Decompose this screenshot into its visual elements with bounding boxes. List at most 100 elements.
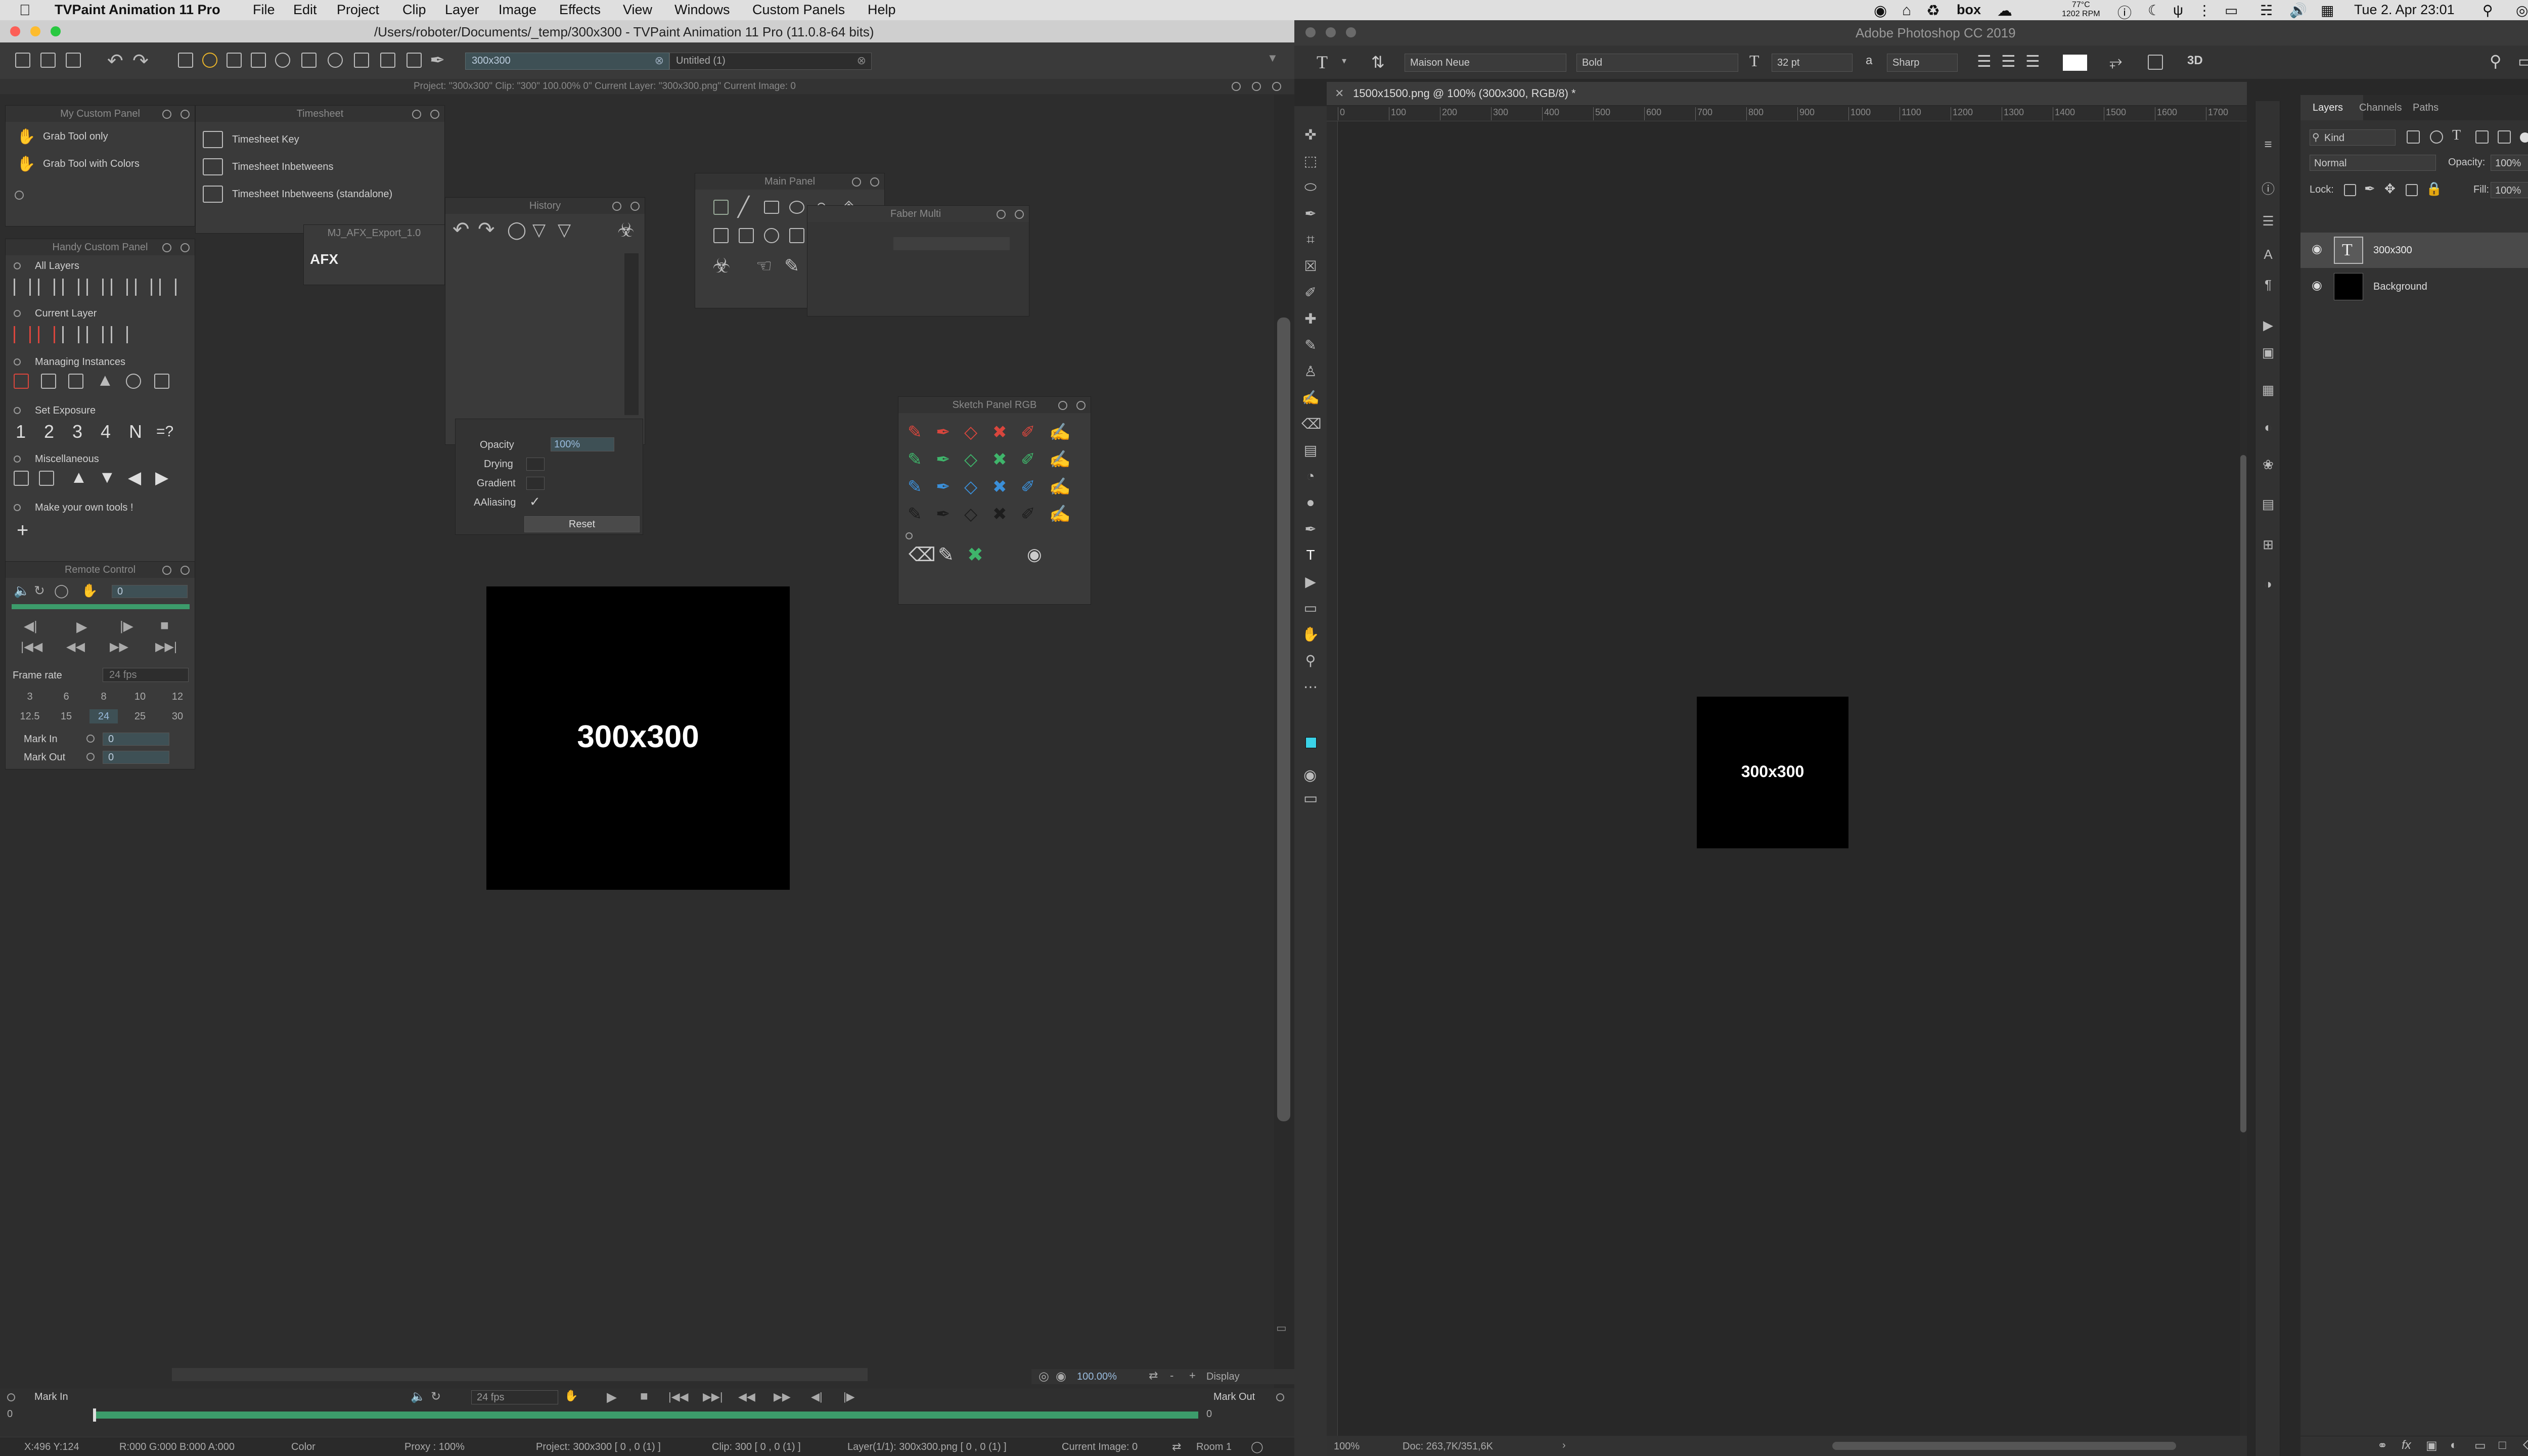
line-tool-icon[interactable]: ╱ bbox=[738, 196, 749, 218]
timeline-stop-icon[interactable]: ■ bbox=[640, 1388, 648, 1404]
afx-logo[interactable]: AFX bbox=[310, 251, 338, 267]
framerate-preset-15[interactable]: 15 bbox=[52, 709, 80, 723]
current-layer-tool-4-icon[interactable] bbox=[86, 326, 104, 343]
faber-menu-button[interactable] bbox=[997, 210, 1006, 219]
dock-styles-icon[interactable]: ▤ bbox=[2261, 496, 2276, 512]
link-layers-icon[interactable]: ⚭ bbox=[2377, 1438, 2387, 1453]
ps-character-panel-icon[interactable] bbox=[2148, 55, 2163, 70]
tvp-horizontal-scroll-thumb[interactable] bbox=[172, 1368, 868, 1381]
dock-actions-icon[interactable]: ▶ bbox=[2261, 317, 2276, 333]
remote-mark-in-field[interactable]: 0 bbox=[103, 733, 169, 746]
dock-brushes-icon[interactable]: ❀ bbox=[2261, 457, 2276, 473]
framerate-preset-10[interactable]: 10 bbox=[128, 691, 152, 703]
misc-right-icon[interactable]: ▶ bbox=[155, 468, 168, 488]
dodge-tool-icon[interactable]: ● bbox=[1301, 494, 1320, 511]
status-room[interactable]: Room 1 bbox=[1196, 1441, 1232, 1453]
sketch-add-button[interactable] bbox=[906, 532, 913, 539]
home-status-icon[interactable]: ⌂ bbox=[1902, 2, 1911, 19]
sketch-clear-icon[interactable]: ✖ bbox=[967, 543, 983, 566]
filter-type-icon[interactable]: T bbox=[2452, 127, 2461, 144]
dock-paragraph-icon[interactable]: ¶ bbox=[2261, 277, 2276, 293]
current-layer-tool-1-icon[interactable] bbox=[14, 326, 31, 343]
pencil-tool-icon[interactable]: ✎ bbox=[784, 255, 799, 277]
remote-stop-icon[interactable]: ■ bbox=[160, 617, 169, 633]
tvp-side-toggle-icon[interactable]: ▭ bbox=[1276, 1322, 1287, 1335]
timeline-loop-icon[interactable]: ↻ bbox=[431, 1389, 441, 1404]
menu-clip[interactable]: Clip bbox=[402, 2, 426, 18]
marquee-tool-icon[interactable]: ⬚ bbox=[1301, 153, 1320, 169]
blur-tool-icon[interactable]: ◔ bbox=[1301, 468, 1320, 484]
histogram-icon[interactable] bbox=[380, 53, 395, 68]
toolbar-collapse-icon[interactable]: ▼ bbox=[1267, 52, 1278, 65]
more-tool-icon[interactable]: ⋯ bbox=[1301, 678, 1320, 695]
timeline-first-icon[interactable]: |◀◀ bbox=[668, 1390, 689, 1403]
tvp-minimize-button[interactable] bbox=[30, 26, 40, 36]
exposure-4-button[interactable]: 4 bbox=[101, 421, 111, 442]
tvp-vertical-scroll-thumb[interactable] bbox=[1277, 317, 1290, 1121]
delete-layer-icon[interactable]: ⌫ bbox=[2523, 1438, 2528, 1453]
dock-adjust-icon[interactable]: ≡ bbox=[2261, 136, 2276, 152]
tvp-vertical-scroll-track[interactable] bbox=[1274, 95, 1294, 1389]
ps-zoom-button[interactable] bbox=[1346, 27, 1356, 37]
tool-reset-button[interactable]: Reset bbox=[524, 516, 640, 532]
clip-select[interactable]: Untitled (1) ⊗ bbox=[669, 53, 872, 70]
all-layers-tool-3-icon[interactable] bbox=[62, 279, 79, 296]
faber-close-button[interactable] bbox=[1015, 210, 1024, 219]
framerate-preset-8[interactable]: 8 bbox=[92, 691, 116, 703]
sketch-ink-row4-icon[interactable]: ✐ bbox=[1021, 504, 1035, 524]
warp-tool-icon[interactable] bbox=[789, 228, 804, 243]
instances-bullet[interactable] bbox=[14, 358, 21, 366]
history-undo-icon[interactable]: ↶ bbox=[453, 218, 470, 241]
view-rotate-icon[interactable]: ⇄ bbox=[1149, 1369, 1158, 1382]
ps-align-center-icon[interactable]: ☰ bbox=[2001, 52, 2016, 71]
dock-adjustments-icon[interactable]: ◑ bbox=[2261, 576, 2276, 592]
sketch-brush-row4-icon[interactable]: ✎ bbox=[908, 504, 922, 524]
menu-project[interactable]: Project bbox=[337, 2, 379, 18]
timeline-playhead[interactable] bbox=[93, 1408, 96, 1422]
tvp-zoom-button[interactable] bbox=[51, 26, 61, 36]
instance-refresh-icon[interactable] bbox=[126, 374, 141, 389]
dots-icon[interactable]: ⋮ bbox=[2197, 2, 2211, 19]
ps-horizontal-scroll-thumb[interactable] bbox=[1832, 1442, 2176, 1450]
clock[interactable]: Tue 2. Apr 23:01 bbox=[2354, 2, 2455, 18]
ellipse-tool-icon[interactable] bbox=[789, 201, 804, 214]
timesheet-close-button[interactable] bbox=[430, 110, 439, 119]
remote-prev-frame-icon[interactable]: ◀| bbox=[24, 618, 37, 634]
sketch-menu-button[interactable] bbox=[1058, 401, 1067, 410]
room-settings-icon[interactable]: ◯ bbox=[1251, 1440, 1263, 1453]
menu-view[interactable]: View bbox=[623, 2, 652, 18]
instance-number-icon[interactable] bbox=[68, 374, 83, 389]
eye-status-icon[interactable]: ◉ bbox=[1874, 2, 1887, 20]
sketch-pen-row2-icon[interactable]: ✒ bbox=[936, 449, 951, 470]
filter-toggle[interactable] bbox=[2520, 132, 2528, 143]
timeline-next-icon[interactable]: |▶ bbox=[843, 1390, 855, 1403]
grid-icon[interactable] bbox=[354, 53, 369, 68]
layer-style-icon[interactable]: fx bbox=[2402, 1438, 2411, 1452]
sketch-ink-row3-icon[interactable]: ✐ bbox=[1021, 477, 1035, 497]
freehand-tool-icon[interactable] bbox=[713, 200, 729, 215]
sketch-clear-row2-icon[interactable]: ✖ bbox=[992, 449, 1007, 470]
ps-type-tool-icon[interactable]: T bbox=[1317, 52, 1328, 73]
pen-icon[interactable]: ✒ bbox=[430, 50, 445, 71]
menu-edit[interactable]: Edit bbox=[293, 2, 317, 18]
moon-icon[interactable]: ☾ bbox=[2148, 2, 2160, 19]
timeline-mark-in-toggle[interactable] bbox=[7, 1393, 15, 1401]
project-select[interactable]: 300x300 ⊗ bbox=[465, 53, 669, 70]
ps-3d-button[interactable]: 3D bbox=[2187, 54, 2203, 68]
own-tools-bullet[interactable] bbox=[14, 504, 21, 511]
move-tool-icon[interactable]: ✜ bbox=[1301, 126, 1320, 143]
timeline-play-icon[interactable]: ▶ bbox=[607, 1389, 617, 1405]
new-group-icon[interactable]: ▭ bbox=[2474, 1438, 2486, 1453]
history-brush-tool-icon[interactable]: ✍ bbox=[1301, 389, 1320, 406]
brush-tool-icon[interactable]: ✎ bbox=[1301, 337, 1320, 353]
layer-row-background[interactable]: ◉ Background 🔒 bbox=[2300, 269, 2528, 304]
faber-brush-strip[interactable] bbox=[893, 237, 1010, 250]
crop-tool-icon[interactable]: ⌗ bbox=[1301, 232, 1320, 248]
ps-vertical-scroll-track[interactable] bbox=[2240, 121, 2247, 1436]
filter-pixel-icon[interactable] bbox=[2407, 130, 2420, 144]
info-close-button[interactable] bbox=[1272, 82, 1281, 91]
my-custom-panel-menu-button[interactable] bbox=[162, 110, 171, 119]
ps-status-arrow-icon[interactable]: › bbox=[1562, 1440, 1566, 1451]
ps-tool-preset-chevron-icon[interactable]: ▾ bbox=[1342, 56, 1346, 66]
graph-icon[interactable] bbox=[407, 53, 422, 68]
